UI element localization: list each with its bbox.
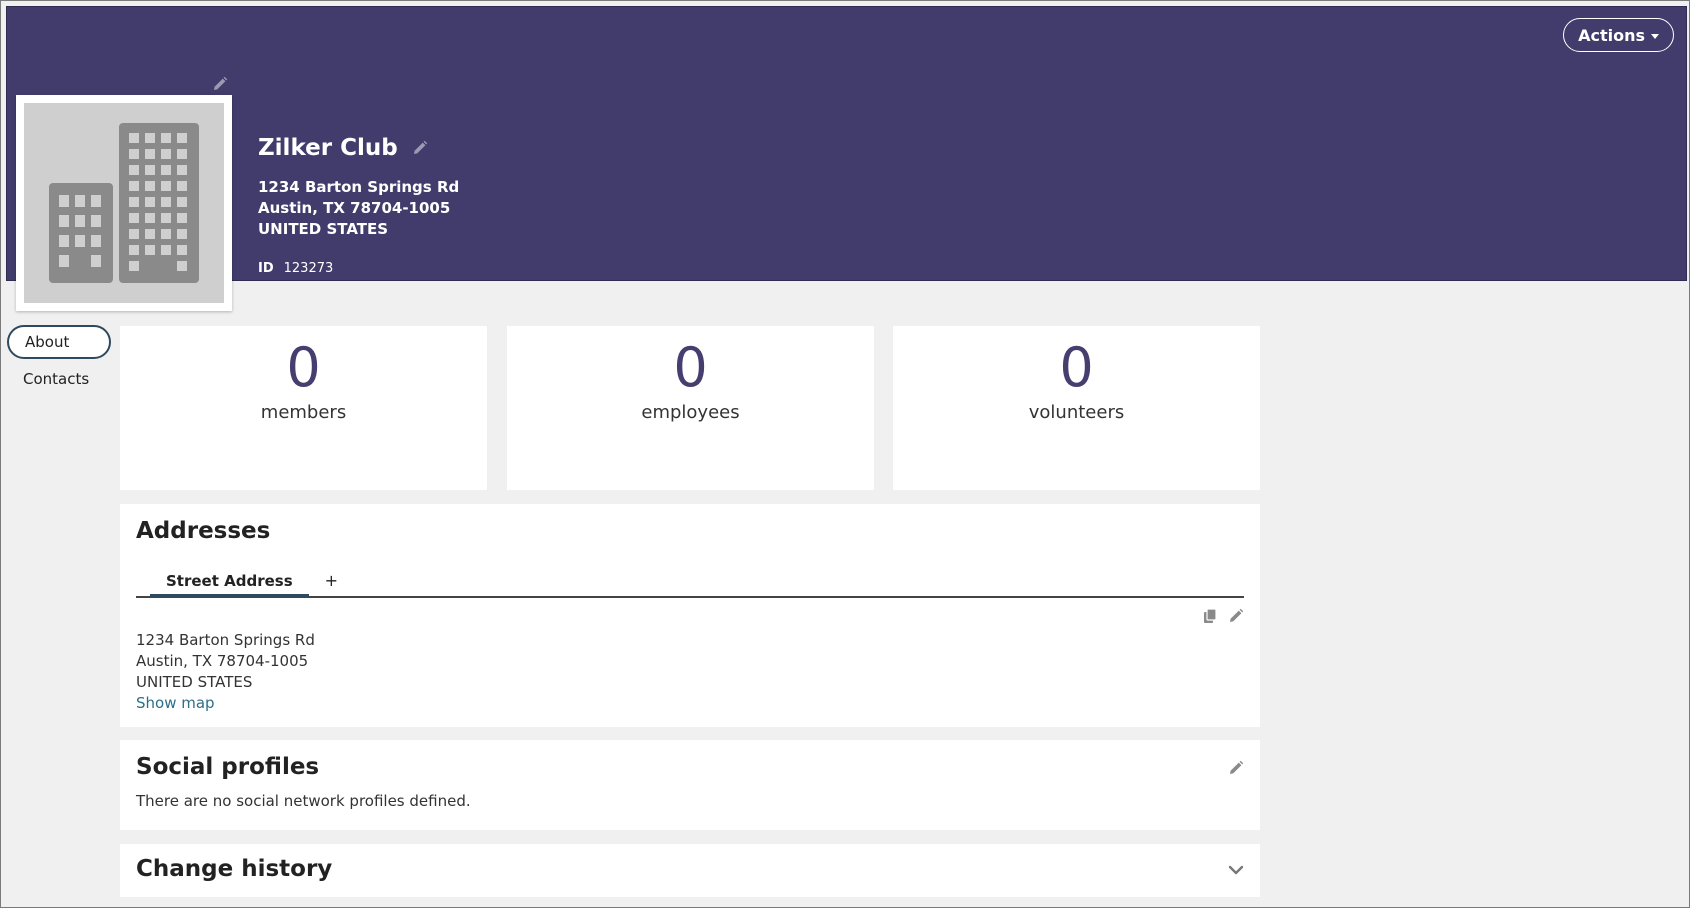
stat-employees-label: employees bbox=[641, 402, 740, 423]
nav-item-contacts[interactable]: Contacts bbox=[7, 363, 111, 397]
app-window: Actions Zilker Club 1234 Barton Springs … bbox=[0, 0, 1690, 908]
actions-label: Actions bbox=[1578, 25, 1645, 45]
building-icon bbox=[49, 123, 199, 283]
header-address-line-3: UNITED STATES bbox=[258, 220, 389, 238]
header-address-line-2: Austin, TX 78704-1005 bbox=[258, 199, 451, 217]
address-tabs: Street Address + bbox=[136, 564, 1244, 598]
nav-item-about[interactable]: About bbox=[7, 325, 111, 359]
social-empty-message: There are no social network profiles def… bbox=[136, 792, 471, 810]
change-history-card[interactable]: Change history bbox=[120, 844, 1260, 897]
org-name: Zilker Club bbox=[258, 135, 398, 161]
stat-card-volunteers: 0 volunteers bbox=[893, 326, 1260, 490]
social-profiles-title: Social profiles bbox=[136, 754, 320, 780]
org-photo-placeholder bbox=[24, 103, 224, 303]
address-line-2: Austin, TX 78704-1005 bbox=[136, 652, 309, 670]
stat-volunteers-label: volunteers bbox=[1028, 402, 1125, 423]
addresses-title: Addresses bbox=[136, 518, 271, 544]
profile-header: Actions Zilker Club 1234 Barton Springs … bbox=[6, 6, 1687, 281]
stat-members-label: members bbox=[260, 402, 347, 423]
edit-address-pencil-icon[interactable] bbox=[1228, 608, 1244, 624]
social-profiles-card: Social profiles There are no social netw… bbox=[120, 740, 1260, 830]
edit-photo-pencil-icon[interactable] bbox=[212, 76, 228, 92]
actions-button[interactable]: Actions bbox=[1563, 18, 1674, 52]
tab-street-address[interactable]: Street Address bbox=[150, 572, 309, 598]
id-label: ID bbox=[258, 261, 274, 276]
stat-card-employees: 0 employees bbox=[507, 326, 874, 490]
addresses-card: Addresses Street Address + 1234 Barton S… bbox=[120, 504, 1260, 727]
header-address: 1234 Barton Springs Rd Austin, TX 78704-… bbox=[258, 177, 459, 240]
stat-members-value: 0 bbox=[286, 336, 321, 399]
change-history-title: Change history bbox=[136, 856, 333, 882]
address-line-1: 1234 Barton Springs Rd bbox=[136, 631, 315, 649]
org-name-row: Zilker Club bbox=[258, 135, 428, 161]
side-nav: About Contacts bbox=[7, 325, 111, 401]
address-line-3: UNITED STATES bbox=[136, 673, 253, 691]
copy-icon[interactable] bbox=[1202, 608, 1218, 624]
address-details: 1234 Barton Springs Rd Austin, TX 78704-… bbox=[136, 630, 315, 714]
add-address-tab[interactable]: + bbox=[309, 571, 348, 596]
stat-volunteers-value: 0 bbox=[1059, 336, 1094, 399]
edit-name-pencil-icon[interactable] bbox=[412, 140, 428, 156]
edit-social-pencil-icon[interactable] bbox=[1228, 760, 1244, 776]
header-address-line-1: 1234 Barton Springs Rd bbox=[258, 178, 460, 196]
id-value: 123273 bbox=[283, 261, 334, 276]
org-photo[interactable] bbox=[16, 95, 232, 311]
id-row: ID 123273 bbox=[258, 261, 333, 276]
show-map-link[interactable]: Show map bbox=[136, 694, 215, 712]
stat-employees-value: 0 bbox=[673, 336, 708, 399]
chevron-down-icon[interactable] bbox=[1228, 862, 1244, 878]
caret-down-icon bbox=[1651, 33, 1659, 39]
address-tools bbox=[1202, 608, 1244, 624]
stat-card-members: 0 members bbox=[120, 326, 487, 490]
